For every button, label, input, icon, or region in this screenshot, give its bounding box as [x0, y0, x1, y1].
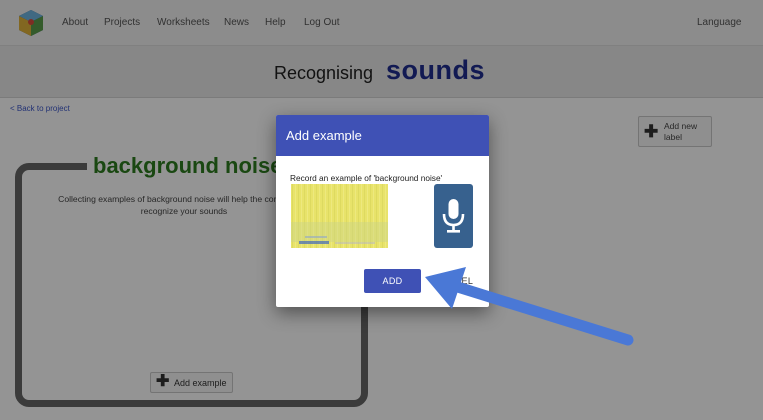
annotation-arrow-icon [425, 267, 634, 346]
page: About Projects Worksheets News Help Log … [0, 0, 763, 420]
